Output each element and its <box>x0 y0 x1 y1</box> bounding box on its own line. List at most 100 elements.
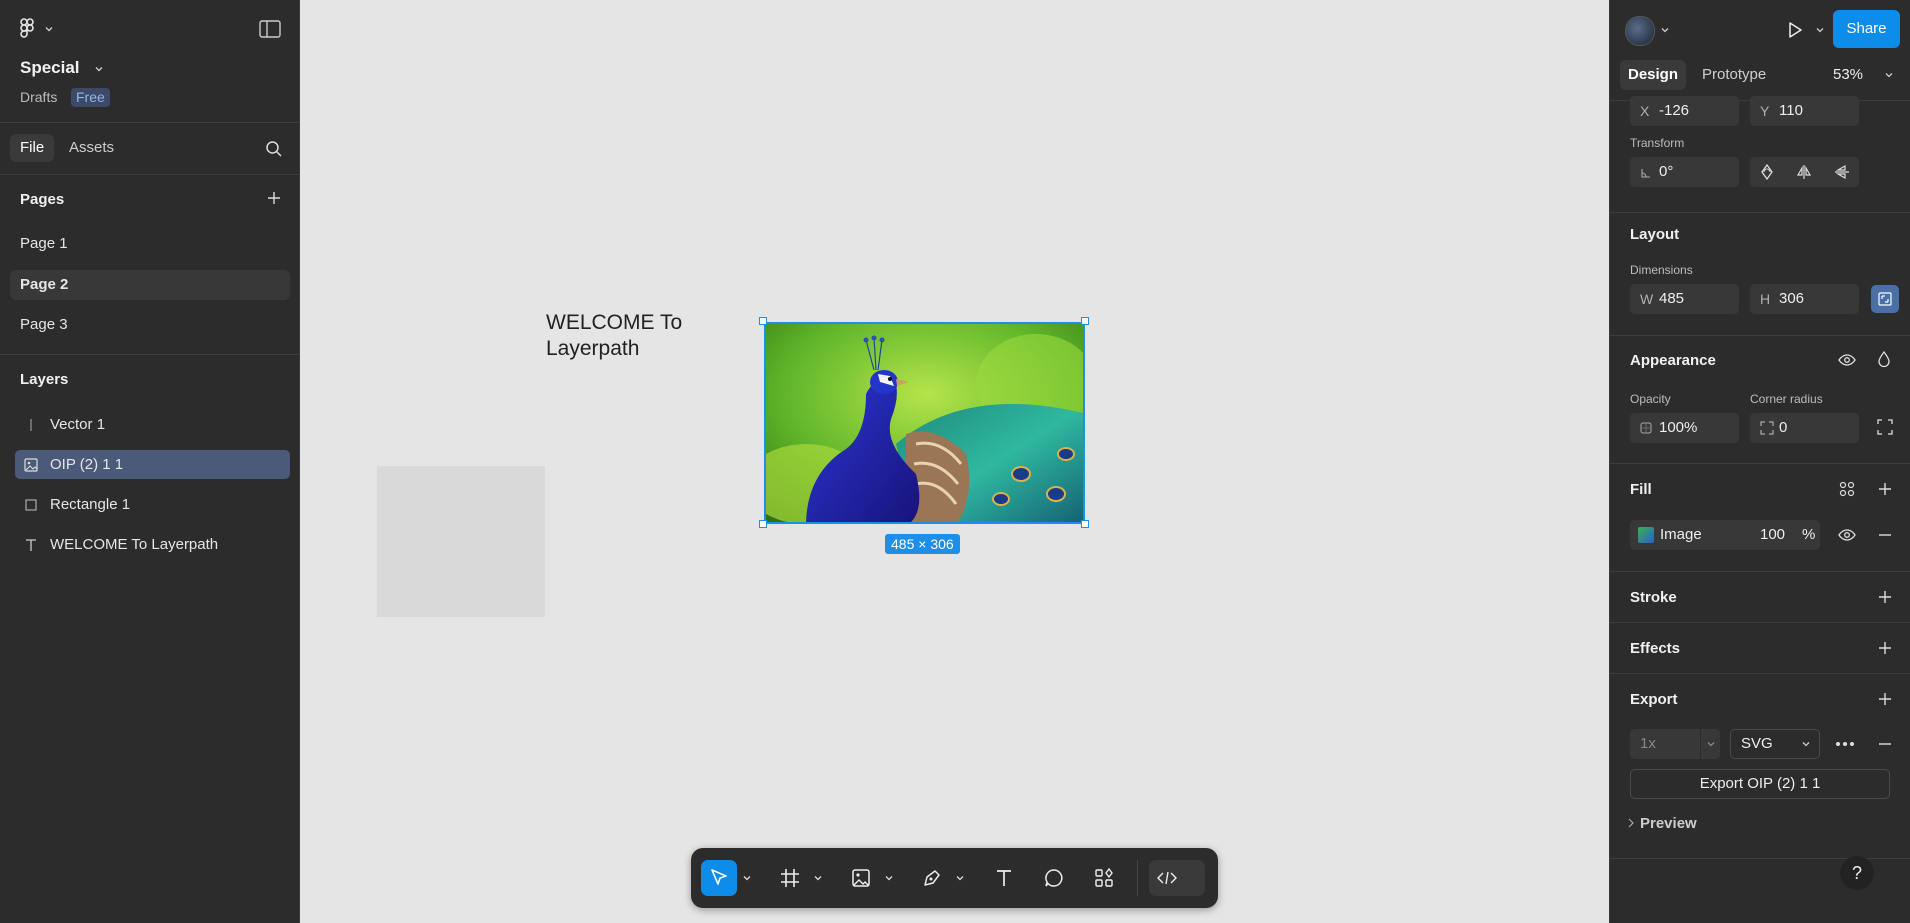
add-stroke-icon[interactable] <box>1877 589 1893 605</box>
comment-tool-button[interactable] <box>1036 860 1072 896</box>
rotation-field[interactable]: 0° <box>1630 157 1739 187</box>
welcome-line-2: Layerpath <box>546 337 640 360</box>
opacity-value: 100% <box>1659 419 1698 436</box>
corner-radius-icon <box>1760 413 1774 435</box>
comment-icon <box>1045 869 1063 887</box>
help-button[interactable]: ? <box>1840 856 1874 890</box>
dev-mode-toggle[interactable] <box>1149 860 1205 896</box>
layer-item-rectangle[interactable]: Rectangle 1 <box>15 490 290 519</box>
blend-mode-drop-icon[interactable] <box>1876 350 1892 368</box>
add-fill-icon[interactable] <box>1877 481 1893 497</box>
fill-image-thumbnail <box>1638 527 1654 543</box>
resize-handle-top-left[interactable] <box>759 317 767 325</box>
canvas-rectangle[interactable] <box>377 466 545 617</box>
layer-item-text[interactable]: WELCOME To Layerpath <box>15 530 290 559</box>
flip-horizontal-icon[interactable] <box>1796 164 1812 180</box>
move-tool-button[interactable] <box>701 860 737 896</box>
add-export-icon[interactable] <box>1877 691 1893 707</box>
layer-item-image[interactable]: OIP (2) 1 1 <box>15 450 290 479</box>
rotation-value: 0° <box>1659 163 1674 180</box>
export-format-select[interactable]: SVG <box>1730 729 1820 759</box>
file-location[interactable]: Drafts <box>20 89 57 105</box>
appearance-heading: Appearance <box>1630 352 1716 369</box>
tab-design[interactable]: Design <box>1620 60 1687 90</box>
chevron-down-icon[interactable] <box>44 24 54 34</box>
eye-icon[interactable] <box>1838 351 1856 369</box>
remove-fill-icon[interactable] <box>1877 527 1893 543</box>
toggle-sidebar-icon[interactable] <box>259 20 281 38</box>
fill-visibility-eye-icon[interactable] <box>1838 526 1856 544</box>
corner-radius-field[interactable]: 0 <box>1750 413 1859 443</box>
move-tool-chevron-icon[interactable] <box>742 873 752 883</box>
export-button[interactable]: Export OIP (2) 1 1 <box>1630 769 1890 799</box>
width-field[interactable]: W 485 <box>1630 284 1739 314</box>
peacock-illustration <box>766 324 1083 522</box>
frame-tool-chevron-icon[interactable] <box>813 873 823 883</box>
export-heading: Export <box>1630 691 1678 708</box>
resize-handle-bottom-left[interactable] <box>759 520 767 528</box>
zoom-level[interactable]: 53% <box>1833 66 1863 83</box>
canvas-welcome-text[interactable]: WELCOME To Layerpath <box>546 310 682 362</box>
play-icon[interactable] <box>1786 21 1804 39</box>
figma-logo-icon[interactable] <box>20 18 40 40</box>
text-tool-button[interactable] <box>986 860 1022 896</box>
image-tool-chevron-icon[interactable] <box>884 873 894 883</box>
share-button[interactable]: Share <box>1833 10 1900 48</box>
add-effect-icon[interactable] <box>1877 640 1893 656</box>
x-value: -126 <box>1659 102 1690 119</box>
preview-chevron-right-icon[interactable] <box>1627 818 1635 828</box>
layer-label: Vector 1 <box>50 416 106 433</box>
more-options-icon[interactable] <box>1834 735 1856 753</box>
y-position-field[interactable]: Y 110 <box>1750 96 1859 126</box>
file-menu-chevron-icon[interactable] <box>94 64 104 74</box>
resize-handle-top-right[interactable] <box>1081 317 1089 325</box>
fill-image-field[interactable]: Image 100 % <box>1630 520 1820 550</box>
file-name[interactable]: Special <box>20 58 80 78</box>
pen-tool-chevron-icon[interactable] <box>955 873 965 883</box>
constrain-proportions-icon[interactable] <box>1871 285 1899 313</box>
height-value: 306 <box>1779 290 1805 307</box>
canvas-image-peacock[interactable] <box>764 322 1085 524</box>
h-label: H <box>1760 291 1771 307</box>
flip-vertical-icon[interactable] <box>1834 164 1850 180</box>
fill-opacity-unit: % <box>1802 526 1816 543</box>
stroke-heading: Stroke <box>1630 589 1677 606</box>
page-item-2[interactable]: Page 2 <box>10 270 290 300</box>
image-tool-button[interactable] <box>843 860 879 896</box>
transform-label: Transform <box>1630 136 1685 150</box>
height-field[interactable]: H 306 <box>1750 284 1859 314</box>
avatar-chevron-icon[interactable] <box>1660 25 1670 35</box>
tab-file[interactable]: File <box>10 134 55 162</box>
actions-icon <box>1095 867 1113 887</box>
pen-tool-button[interactable] <box>914 860 950 896</box>
frame-icon <box>781 869 799 887</box>
remove-export-icon[interactable] <box>1877 736 1893 752</box>
page-item-3[interactable]: Page 3 <box>10 310 290 340</box>
tab-prototype[interactable]: Prototype <box>1702 60 1766 90</box>
rotate-90-icon[interactable] <box>1759 164 1775 180</box>
page-item-1[interactable]: Page 1 <box>10 229 290 259</box>
frame-tool-button[interactable] <box>772 860 808 896</box>
x-position-field[interactable]: X -126 <box>1630 96 1739 126</box>
layer-item-vector[interactable]: Vector 1 <box>15 410 290 439</box>
styles-grid-icon[interactable] <box>1839 481 1855 497</box>
opacity-field[interactable]: 100% <box>1630 413 1739 443</box>
actions-tool-button[interactable] <box>1086 860 1122 896</box>
export-scale-select[interactable]: 1x <box>1630 729 1720 759</box>
preview-toggle[interactable]: Preview <box>1640 815 1697 832</box>
independent-corners-icon[interactable] <box>1877 419 1893 435</box>
resize-handle-bottom-right[interactable] <box>1081 520 1089 528</box>
layer-label: Rectangle 1 <box>50 496 131 513</box>
left-sidebar: Special Drafts Free File Assets Pages Pa… <box>0 0 300 923</box>
right-panel: Share Design Prototype 53% X -126 Y 110 … <box>1609 0 1910 923</box>
add-page-icon[interactable] <box>266 190 282 206</box>
tab-assets[interactable]: Assets <box>69 134 114 162</box>
image-icon <box>23 457 39 473</box>
search-icon[interactable] <box>265 140 283 158</box>
width-value: 485 <box>1659 290 1685 307</box>
export-scale-chevron-icon <box>1700 729 1721 759</box>
zoom-chevron-icon[interactable] <box>1884 70 1894 80</box>
play-chevron-icon[interactable] <box>1815 25 1825 35</box>
avatar[interactable] <box>1625 16 1655 46</box>
x-label: X <box>1640 103 1650 119</box>
